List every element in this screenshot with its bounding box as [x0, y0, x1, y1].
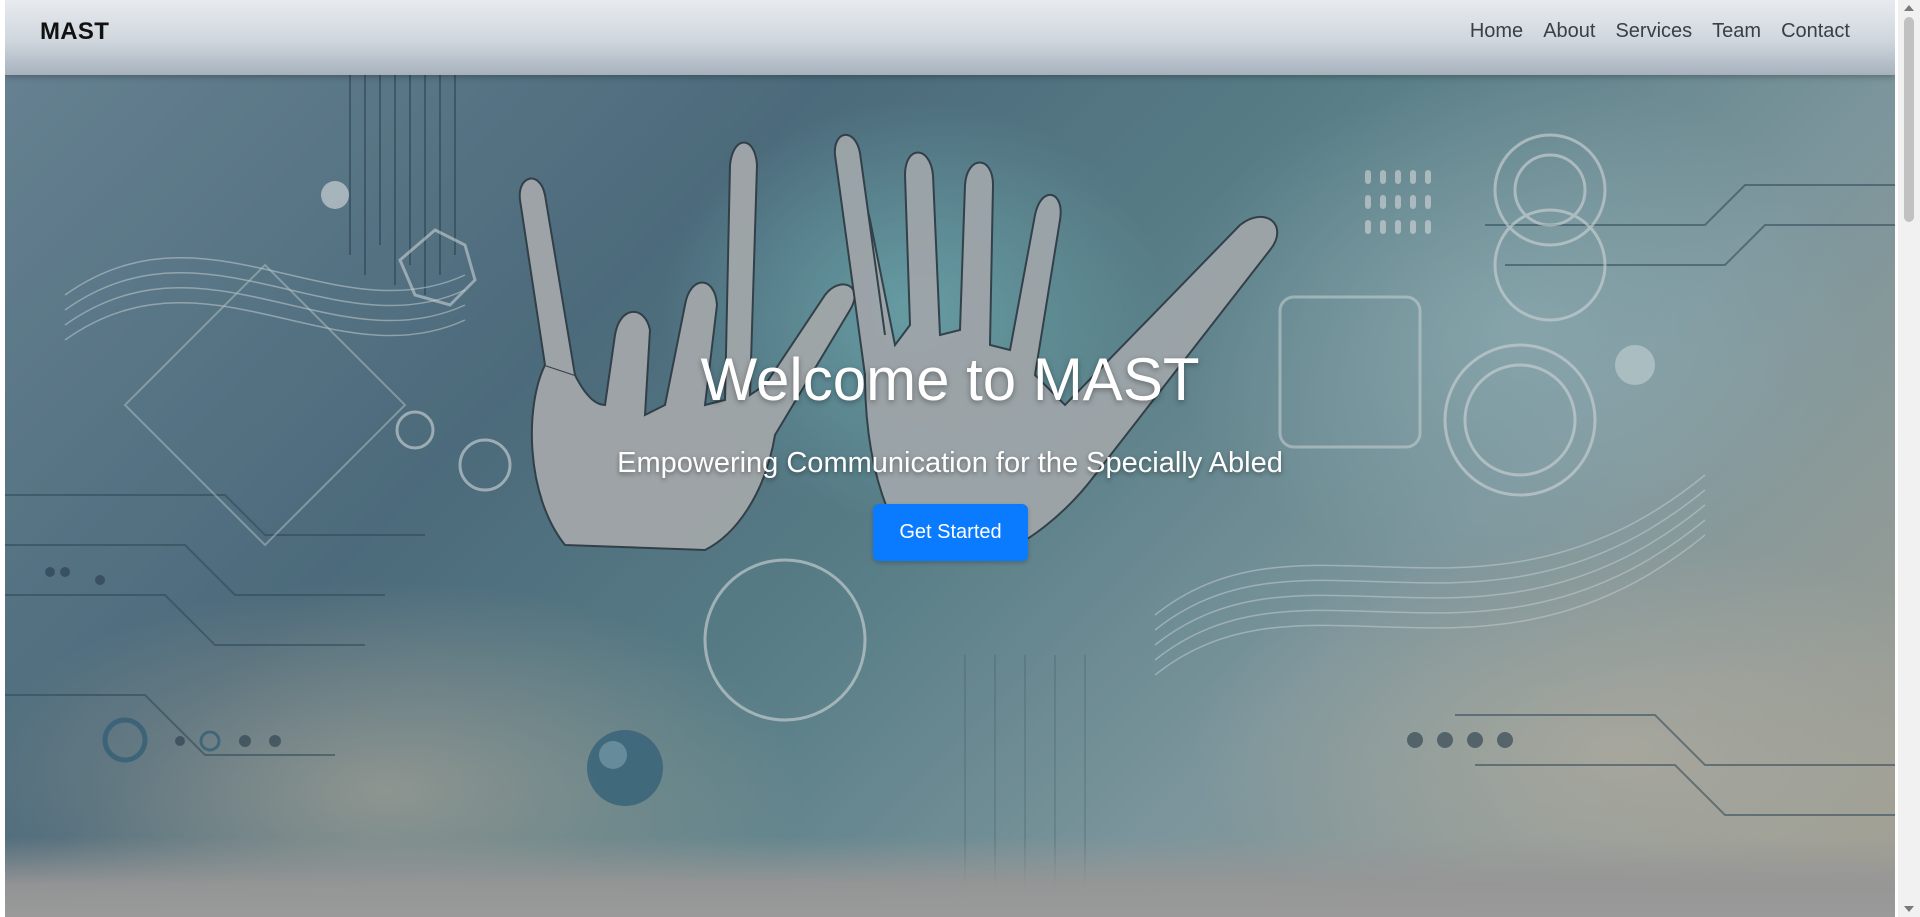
- page-scrollbar[interactable]: [1898, 0, 1920, 917]
- hero-title: Welcome to MAST: [700, 346, 1200, 413]
- hero-content: Welcome to MAST Empowering Communication…: [5, 75, 1895, 917]
- hero-subtitle: Empowering Communication for the Special…: [617, 447, 1283, 479]
- page: MAST Home About Services Team Contact We…: [5, 0, 1895, 917]
- scroll-up-arrow-icon[interactable]: [1904, 5, 1914, 11]
- navbar: MAST Home About Services Team Contact: [5, 0, 1895, 75]
- nav-link-contact[interactable]: Contact: [1781, 20, 1850, 43]
- brand-logo[interactable]: MAST: [40, 18, 109, 46]
- scroll-down-arrow-icon[interactable]: [1904, 906, 1914, 912]
- nav-menu: Home About Services Team Contact: [1470, 20, 1850, 43]
- browser-viewport: MAST Home About Services Team Contact We…: [0, 0, 1898, 917]
- get-started-button[interactable]: Get Started: [873, 504, 1028, 561]
- nav-link-team[interactable]: Team: [1712, 20, 1761, 43]
- scroll-thumb[interactable]: [1904, 17, 1914, 222]
- nav-link-about[interactable]: About: [1543, 20, 1595, 43]
- nav-link-home[interactable]: Home: [1470, 20, 1523, 43]
- hero-section: Welcome to MAST Empowering Communication…: [5, 75, 1895, 917]
- nav-link-services[interactable]: Services: [1615, 20, 1692, 43]
